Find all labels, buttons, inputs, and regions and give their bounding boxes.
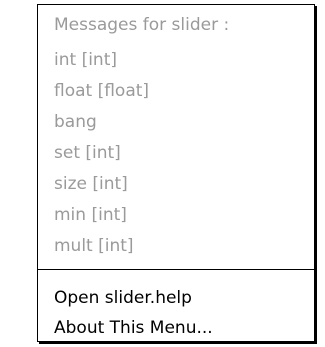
menu-divider: [38, 269, 314, 270]
menu-item-bang: bang: [54, 112, 97, 132]
menu-item-int: int [int]: [54, 50, 117, 70]
context-menu: Messages for slider : int [int] float [f…: [37, 4, 315, 342]
menu-header: Messages for slider :: [54, 15, 230, 35]
menu-item-float: float [float]: [54, 81, 150, 101]
menu-item-size: size [int]: [54, 174, 128, 194]
menu-item-set: set [int]: [54, 143, 121, 163]
menu-item-about[interactable]: About This Menu...: [54, 318, 213, 338]
menu-item-open-help[interactable]: Open slider.help: [54, 288, 192, 308]
menu-item-mult: mult [int]: [54, 236, 134, 256]
menu-item-min: min [int]: [54, 205, 127, 225]
